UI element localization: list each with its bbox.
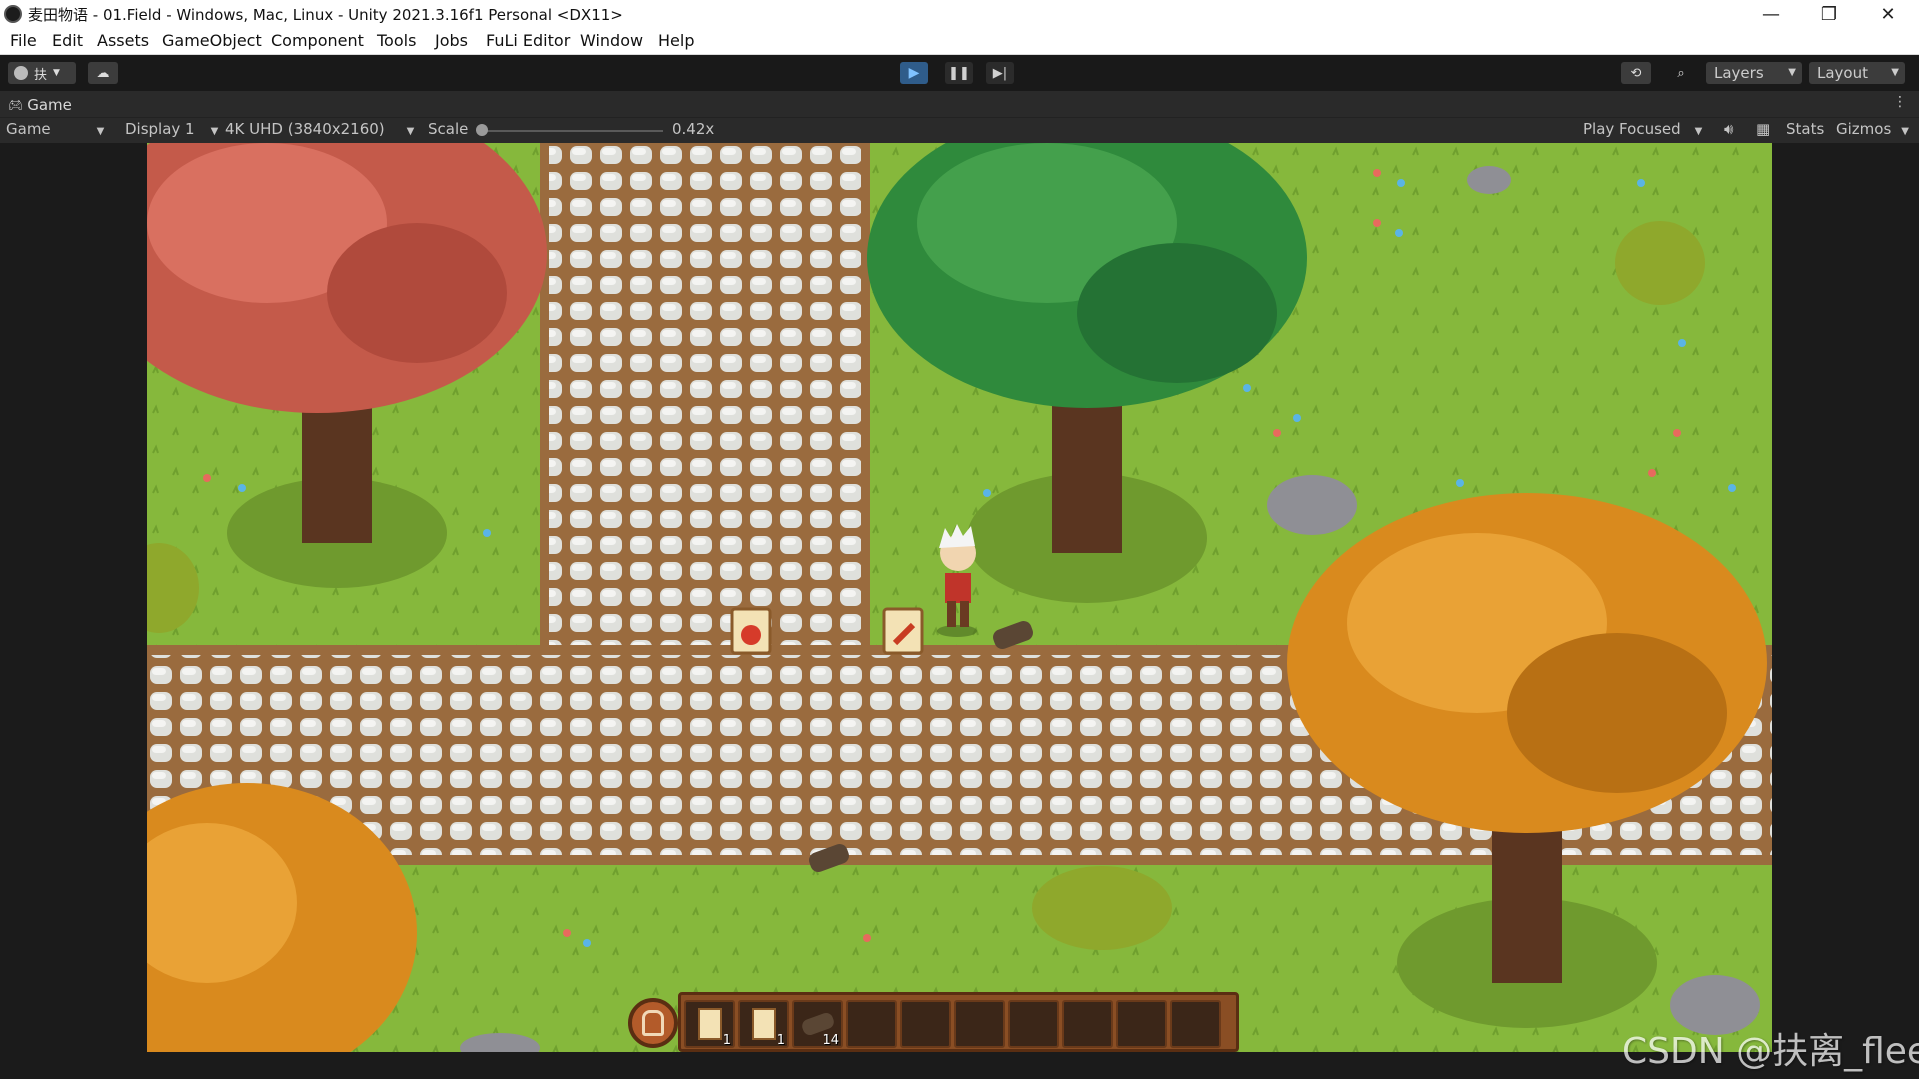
grid-icon[interactable]: ▦ <box>1756 120 1770 138</box>
menu-fuli-editor[interactable]: FuLi Editor <box>486 31 570 50</box>
slot-count: 1 <box>776 1033 785 1048</box>
watermark: CSDN @扶离_flee <box>1622 1031 1919 1072</box>
account-icon <box>14 66 28 80</box>
step-button[interactable]: ▶| <box>986 62 1014 84</box>
unity-logo-icon <box>4 5 22 23</box>
game-view[interactable] <box>147 143 1772 1052</box>
gamepad-icon: 🎮︎ <box>8 98 24 112</box>
menu-component[interactable]: Component <box>271 31 364 50</box>
menu-assets[interactable]: Assets <box>97 31 149 50</box>
history-button[interactable]: ⟲ <box>1621 62 1651 84</box>
account-dropdown[interactable]: 扶 ▼ <box>8 62 76 84</box>
close-button[interactable]: ✕ <box>1865 0 1911 28</box>
slot-count: 14 <box>822 1033 839 1048</box>
menu-window[interactable]: Window <box>580 31 643 50</box>
game-scene <box>147 143 1772 1052</box>
layers-label: Layers <box>1714 64 1764 82</box>
window-title-bar: 麦田物语 - 01.Field - Windows, Mac, Linux - … <box>0 0 1919 28</box>
step-icon: ▶| <box>992 65 1008 81</box>
hotbar-slot-10[interactable] <box>1170 1000 1221 1048</box>
cloud-icon: ☁ <box>96 65 110 81</box>
layout-dropdown[interactable]: Layout ▼ <box>1809 62 1905 84</box>
play-mode-dropdown[interactable]: Play Focused ▼ <box>1583 120 1702 138</box>
pause-icon: ❚❚ <box>948 65 970 81</box>
hotbar-slot-2[interactable]: 1 <box>738 1000 789 1048</box>
stats-button[interactable]: Stats <box>1786 120 1824 138</box>
pause-button[interactable]: ❚❚ <box>945 62 973 84</box>
tomato-seed-packet[interactable] <box>730 607 772 655</box>
chevron-down-icon: ▼ <box>96 126 105 137</box>
backpack-icon <box>642 1010 664 1036</box>
hotbar-slot-8[interactable] <box>1062 1000 1113 1048</box>
menu-bar: File Edit Assets GameObject Component To… <box>0 28 1919 55</box>
speaker-icon[interactable]: 🔊︎ <box>1724 120 1733 138</box>
main-toolbar: 扶 ▼ ☁ ▶ ❚❚ ▶| ⟲ ⌕ Layers ▼ Layout ▼ <box>0 55 1919 91</box>
hotbar-slot-4[interactable] <box>846 1000 897 1048</box>
chevron-down-icon: ▼ <box>53 68 60 78</box>
scale-value: 0.42x <box>672 120 715 138</box>
menu-gameobject[interactable]: GameObject <box>162 31 262 50</box>
tab-bar: 🎮︎ Game ⋮ <box>0 91 1919 117</box>
display-label: Display 1 <box>125 120 195 138</box>
tab-game[interactable]: 🎮︎ Game <box>0 93 80 117</box>
gizmos-label: Gizmos <box>1836 120 1892 138</box>
tomato-seed-icon <box>752 1008 776 1040</box>
slot-count: 1 <box>722 1033 731 1048</box>
bag-button[interactable] <box>628 998 678 1048</box>
view-mode-dropdown[interactable]: Game ▼ <box>6 120 104 138</box>
chevron-down-icon: ▼ <box>1891 67 1899 78</box>
vertical-stone-path <box>540 143 870 653</box>
hotbar-slot-6[interactable] <box>954 1000 1005 1048</box>
menu-tools[interactable]: Tools <box>377 31 416 50</box>
display-dropdown[interactable]: Display 1 ▼ <box>125 120 218 138</box>
history-icon: ⟲ <box>1630 65 1642 81</box>
cloud-button[interactable]: ☁ <box>88 62 118 84</box>
menu-jobs[interactable]: Jobs <box>435 31 468 50</box>
hotbar-slot-3[interactable]: 14 <box>792 1000 843 1048</box>
maximize-button[interactable]: ❐ <box>1806 0 1852 28</box>
chevron-down-icon: ▼ <box>1694 126 1703 137</box>
menu-edit[interactable]: Edit <box>52 31 83 50</box>
inventory-hotbar: 1 1 14 <box>678 992 1239 1052</box>
search-icon: ⌕ <box>1677 65 1685 81</box>
play-mode-label: Play Focused <box>1583 120 1681 138</box>
scale-slider-track[interactable] <box>482 130 663 132</box>
window-title: 麦田物语 - 01.Field - Windows, Mac, Linux - … <box>28 6 623 24</box>
menu-file[interactable]: File <box>10 31 37 50</box>
rock <box>1467 166 1511 194</box>
resolution-label: 4K UHD (3840x2160) <box>225 120 385 138</box>
scale-label: Scale <box>428 120 469 138</box>
resolution-dropdown[interactable]: 4K UHD (3840x2160) ▼ <box>225 120 414 138</box>
chevron-down-icon: ▼ <box>1788 67 1796 78</box>
carrot-seed-packet[interactable] <box>882 607 924 655</box>
menu-help[interactable]: Help <box>658 31 694 50</box>
chevron-down-icon: ▼ <box>210 126 219 137</box>
layout-label: Layout <box>1817 64 1868 82</box>
scale-slider-handle[interactable] <box>476 124 488 136</box>
gizmos-dropdown[interactable]: Gizmos ▼ <box>1836 120 1909 138</box>
game-view-toolbar: Game ▼ Display 1 ▼ 4K UHD (3840x2160) ▼ Sca… <box>0 117 1919 143</box>
chevron-down-icon: ▼ <box>1901 126 1909 137</box>
tab-game-label: Game <box>27 96 72 114</box>
hotbar-slot-7[interactable] <box>1008 1000 1059 1048</box>
minimize-button[interactable]: — <box>1748 0 1794 28</box>
rock <box>1267 475 1357 535</box>
yellow-bush <box>1615 221 1705 305</box>
view-mode-label: Game <box>6 120 51 138</box>
layers-dropdown[interactable]: Layers ▼ <box>1706 62 1802 84</box>
hotbar-slot-5[interactable] <box>900 1000 951 1048</box>
hotbar-slot-1[interactable]: 1 <box>684 1000 735 1048</box>
account-label: 扶 <box>34 67 48 83</box>
search-button[interactable]: ⌕ <box>1666 62 1696 84</box>
carrot-seed-icon <box>698 1008 722 1040</box>
chevron-down-icon: ▼ <box>406 126 415 137</box>
play-icon: ▶ <box>908 65 920 81</box>
play-button[interactable]: ▶ <box>900 62 928 84</box>
yellow-bush <box>1032 866 1172 950</box>
more-options-icon[interactable]: ⋮ <box>1893 94 1907 110</box>
hotbar-slot-9[interactable] <box>1116 1000 1167 1048</box>
